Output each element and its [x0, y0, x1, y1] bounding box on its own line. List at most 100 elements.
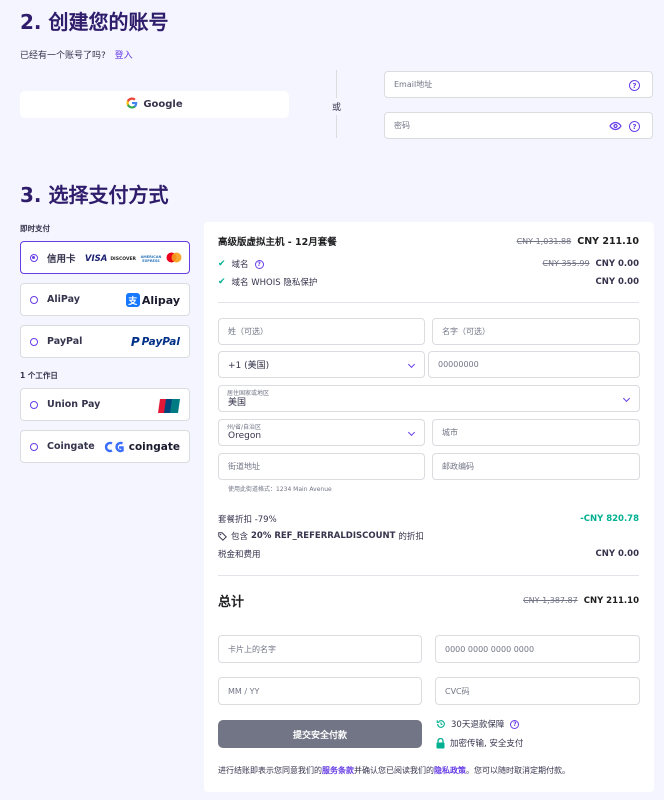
- card-name-field[interactable]: 卡片上的名字: [218, 635, 422, 663]
- discount-value: -CNY 820.78: [580, 514, 639, 524]
- have-account-label: 已经有一个账号了吗?: [20, 51, 106, 61]
- paypal-icon: P: [130, 335, 140, 349]
- radio-alipay[interactable]: [30, 295, 38, 304]
- payment-method-unionpay[interactable]: Union Pay: [20, 388, 190, 421]
- credit-card-label: 信用卡: [47, 253, 76, 265]
- unionpay-logo: [158, 399, 180, 416]
- refund-clock-icon: [436, 719, 446, 729]
- plan-row: 高级版虚拟主机 - 12月套餐 CNY 1,031.88 CNY 211.10: [218, 234, 639, 249]
- have-account-text: 已经有一个账号了吗? 登入: [20, 48, 133, 61]
- secure-row: 加密传输, 安全支付: [436, 737, 523, 749]
- paypal-logo: P PayPal: [131, 335, 180, 349]
- email-placeholder: Email地址: [394, 80, 433, 89]
- instant-pay-label: 即时支付: [20, 224, 50, 233]
- privacy-policy-link[interactable]: 隐私政策: [434, 766, 466, 775]
- zip-field[interactable]: 邮政编码: [432, 453, 640, 480]
- guarantee-row: 30天退款保障 ?: [436, 718, 520, 730]
- submit-payment-button[interactable]: 提交安全付款: [218, 720, 422, 748]
- plan-title: 高级版虚拟主机 - 12月套餐: [218, 237, 337, 248]
- email-field[interactable]: Email地址 ?: [384, 71, 653, 98]
- payment-method-credit-card[interactable]: 信用卡 VISA DISCOVER AMERICAN EXPRESS: [20, 241, 190, 274]
- total-divider: [218, 575, 639, 576]
- phone-placeholder: 00000000: [438, 360, 479, 369]
- domain-label: 域名: [231, 260, 249, 270]
- chevron-down-icon: [407, 428, 416, 436]
- amex-logo: AMERICAN EXPRESS: [140, 255, 162, 263]
- country-select[interactable]: 居住国家或地区 美国: [218, 385, 640, 412]
- visa-logo: VISA: [84, 254, 108, 264]
- eye-icon[interactable]: [609, 120, 622, 134]
- street-hint: 使用此街道格式：1234 Main Avenue: [228, 486, 332, 493]
- street-placeholder: 街道地址: [228, 462, 260, 471]
- terms-mid: 并确认您已阅读我们的: [354, 766, 434, 775]
- password-field[interactable]: 密码 ?: [384, 112, 653, 139]
- terms-suffix: 。您可以随时取消定期付款。: [466, 766, 570, 775]
- guarantee-help-icon[interactable]: ?: [510, 719, 520, 729]
- lock-icon: [436, 737, 445, 749]
- check-icon: ✔: [218, 259, 226, 269]
- payment-section-title: 3. 选择支付方式: [20, 183, 169, 207]
- terms-prefix: 进行结账即表示您同意我们的: [218, 766, 322, 775]
- country-label: 居住国家或地区: [227, 390, 270, 397]
- card-number-placeholder: 0000 0000 0000 0000: [445, 644, 535, 654]
- state-label: 州/省/自治区: [227, 424, 262, 431]
- radio-paypal[interactable]: [30, 337, 38, 346]
- summary-divider: [218, 302, 639, 303]
- payment-method-coingate[interactable]: Coingate coingate: [20, 430, 190, 463]
- city-field[interactable]: 城市: [432, 419, 640, 446]
- password-help-icon[interactable]: ?: [629, 121, 640, 132]
- card-name-placeholder: 卡片上的名字: [228, 644, 276, 654]
- street-field[interactable]: 街道地址: [218, 453, 425, 480]
- unionpay-label: Union Pay: [47, 399, 101, 410]
- google-label: Google: [143, 99, 183, 110]
- coingate-icon: [104, 441, 124, 453]
- tag-icon: [218, 531, 227, 541]
- or-label: 或: [332, 98, 342, 115]
- google-signin-button[interactable]: Google: [20, 91, 289, 118]
- one-business-day-label: 1 个工作日: [20, 371, 58, 380]
- cvc-placeholder: CVC码: [445, 686, 470, 696]
- alipay-wordmark: Alipay: [141, 293, 180, 307]
- radio-credit-card[interactable]: [30, 253, 38, 262]
- coingate-label: Coingate: [47, 441, 95, 452]
- payment-method-alipay[interactable]: AliPay 支 Alipay: [20, 283, 190, 316]
- paypal-wordmark: PayPal: [141, 336, 180, 348]
- mastercard-logo: [166, 252, 182, 266]
- discount-label: 套餐折扣 -79%: [218, 515, 277, 525]
- terms-of-service-link[interactable]: 服务条款: [322, 766, 354, 775]
- plan-price: CNY 211.10: [577, 235, 639, 247]
- payment-method-paypal[interactable]: PayPal P PayPal: [20, 325, 190, 358]
- cvc-field[interactable]: CVC码: [435, 677, 640, 705]
- password-placeholder: 密码: [394, 121, 410, 130]
- chevron-down-icon: [407, 360, 416, 368]
- total-row: 总计 CNY 1,387.87 CNY 211.10: [218, 591, 639, 610]
- state-select[interactable]: 州/省/自治区 Oregon: [218, 419, 425, 446]
- guarantee-text: 30天退款保障: [451, 720, 505, 730]
- tax-label: 税金和费用: [218, 550, 261, 560]
- whois-price: CNY 0.00: [595, 277, 639, 287]
- coupon-prefix: 包含: [231, 532, 249, 542]
- last-name-field[interactable]: 姓（可选）: [218, 318, 425, 345]
- coupon-code: 20% REF_REFERRALDISCOUNT: [251, 531, 396, 541]
- last-name-placeholder: 姓（可选）: [228, 327, 268, 336]
- total-old-price: CNY 1,387.87: [523, 595, 578, 605]
- phone-code-select[interactable]: +1 (美国): [218, 351, 425, 378]
- first-name-placeholder: 名字（可选）: [442, 327, 490, 336]
- state-value: Oregon: [228, 430, 262, 441]
- radio-unionpay[interactable]: [30, 400, 38, 409]
- phone-number-field[interactable]: 00000000: [428, 351, 640, 378]
- checkout-card: [204, 222, 654, 792]
- domain-help-icon[interactable]: ?: [254, 259, 264, 269]
- plan-old-price: CNY 1,031.88: [516, 236, 572, 246]
- first-name-field[interactable]: 名字（可选）: [432, 318, 640, 345]
- paypal-label: PayPal: [47, 336, 83, 347]
- email-help-icon[interactable]: ?: [629, 80, 640, 91]
- radio-coingate[interactable]: [30, 442, 38, 451]
- expiry-placeholder: MM / YY: [228, 686, 260, 696]
- login-link[interactable]: 登入: [115, 51, 133, 61]
- tax-row: 税金和费用 CNY 0.00: [218, 548, 639, 560]
- coingate-wordmark: coingate: [128, 441, 180, 453]
- card-number-field[interactable]: 0000 0000 0000 0000: [435, 635, 640, 663]
- city-placeholder: 城市: [442, 428, 458, 437]
- expiry-field[interactable]: MM / YY: [218, 677, 422, 705]
